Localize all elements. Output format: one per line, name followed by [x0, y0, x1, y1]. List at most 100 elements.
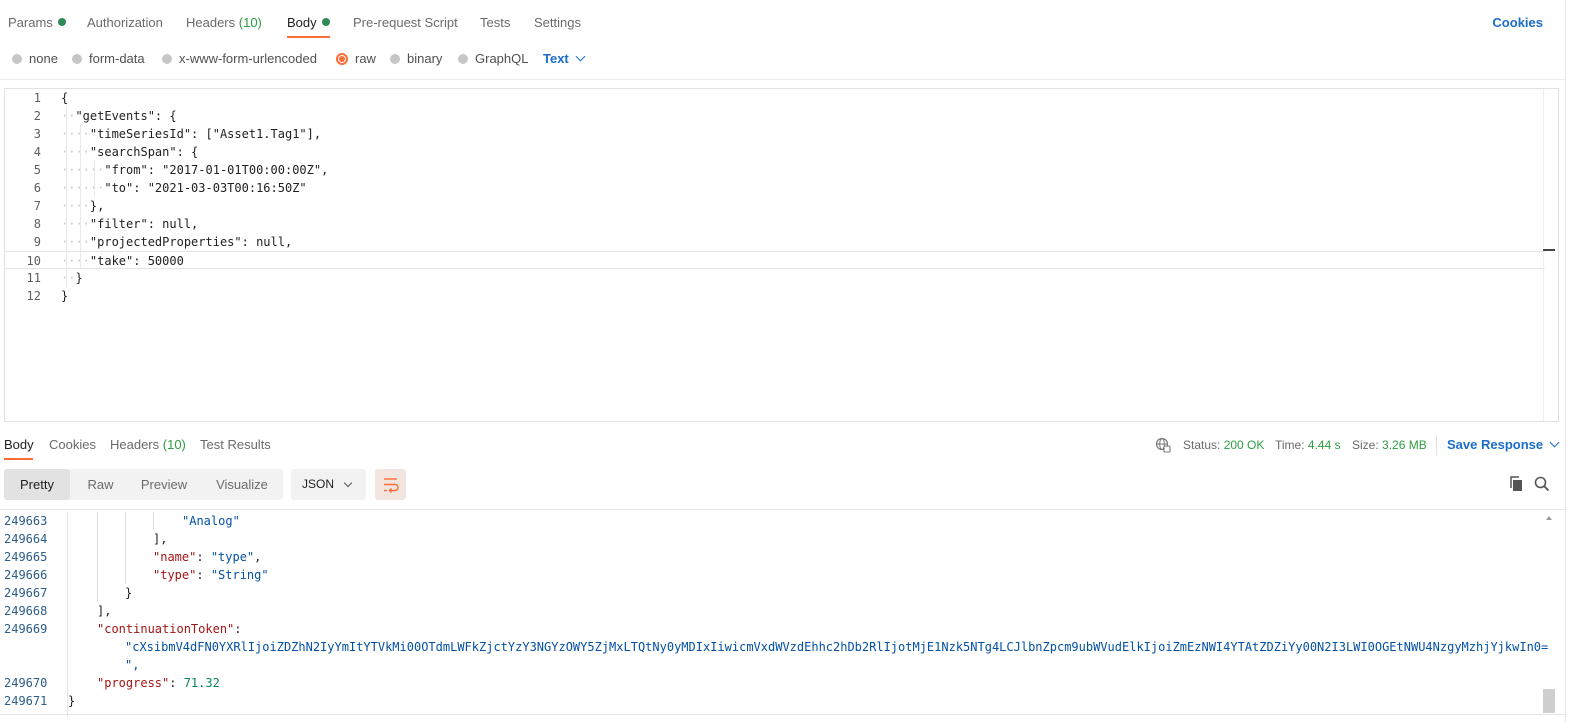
tab-headers[interactable]: Headers (10) — [186, 15, 262, 30]
time-value: 4.44 s — [1307, 438, 1341, 452]
line-number: 249670 — [4, 676, 48, 690]
tab-body[interactable]: Body — [287, 15, 330, 30]
tab-settings[interactable]: Settings — [534, 15, 581, 30]
size-value: 3.26 MB — [1382, 438, 1427, 452]
response-body-viewer[interactable]: 249663 "Analog" 249664], 249665 "name": "typ… — [0, 512, 1565, 717]
indent-guide — [66, 107, 67, 287]
save-response-button[interactable]: Save Response — [1447, 437, 1560, 452]
view-preview-button[interactable]: Preview — [131, 469, 197, 500]
active-response-tab-underline — [4, 458, 33, 460]
radio-graphql-label: GraphQL — [475, 51, 529, 66]
json-text: "continuationToken": — [97, 622, 242, 636]
json-text: ", — [125, 658, 140, 672]
radio-raw[interactable]: raw — [336, 51, 376, 66]
wrap-lines-button[interactable] — [375, 469, 406, 500]
line-number: 249669 — [4, 622, 48, 636]
code-text: ······"to": "2021-03-03T00:16:50Z" — [61, 181, 307, 195]
response-tab-test-results-label: Test Results — [200, 437, 271, 452]
response-scrollbar[interactable] — [1543, 512, 1555, 717]
panel-border — [1565, 0, 1566, 722]
code-text: { — [61, 91, 69, 105]
response-scrollbar-thumb[interactable] — [1543, 689, 1555, 713]
editor-scrollbar[interactable] — [1543, 89, 1558, 421]
response-line: 249667} — [0, 584, 1540, 602]
radio-form-data[interactable]: form-data — [72, 51, 145, 66]
editor-line[interactable]: 3 ····"timeSeriesId": ["Asset1.Tag1"], — [5, 125, 1545, 143]
radio-urlencoded[interactable]: x-www-form-urlencoded — [162, 51, 317, 66]
view-raw-button[interactable]: Raw — [70, 469, 131, 500]
network-globe-icon[interactable] — [1155, 437, 1171, 453]
editor-line[interactable]: 11 ··} — [5, 269, 1545, 287]
response-tab-body-label: Body — [4, 437, 34, 452]
json-text: "name": "type", — [153, 550, 262, 564]
copy-icon[interactable] — [1508, 475, 1526, 493]
json-text: "cXsibmV4dFN0YXRlIjoiZDZhN2IyYmItYTVkMi0… — [125, 640, 1549, 654]
tab-tests[interactable]: Tests — [480, 15, 510, 30]
radio-none[interactable]: none — [12, 51, 58, 66]
line-number: 1 — [33, 91, 41, 105]
request-tabs-bar: Params Authorization Headers (10) Body P… — [0, 0, 1565, 40]
line-number: 7 — [33, 199, 41, 213]
body-type-selector: none form-data x-www-form-urlencoded raw… — [0, 45, 1565, 73]
editor-line[interactable]: 5 ······"from": "2017-01-01T00:00:00Z", — [5, 161, 1545, 179]
response-tab-headers[interactable]: Headers (10) — [110, 437, 186, 452]
size-label: Size: — [1352, 438, 1379, 452]
code-text: ····}, — [61, 199, 105, 213]
editor-line[interactable]: 12} — [5, 287, 1545, 305]
response-line: ", — [0, 656, 1540, 674]
tab-params[interactable]: Params — [8, 15, 66, 30]
editor-line[interactable]: 2 ··"getEvents": { — [5, 107, 1545, 125]
response-format-dropdown[interactable]: JSON — [291, 469, 366, 500]
code-text: ··} — [61, 271, 83, 285]
radio-urlencoded-circle — [162, 53, 172, 64]
view-pretty-button[interactable]: Pretty — [4, 469, 70, 500]
editor-line[interactable]: 4 ····"searchSpan": { — [5, 143, 1545, 161]
radio-form-data-label: form-data — [89, 51, 145, 66]
indent-guide — [94, 161, 95, 197]
request-body-editor[interactable]: 1{2 ··"getEvents": {3 ····"timeSeriesId": … — [4, 88, 1559, 422]
view-visualize-button[interactable]: Visualize — [204, 469, 280, 500]
size-indicator[interactable]: Size: 3.26 MB — [1352, 438, 1427, 452]
tab-authorization[interactable]: Authorization — [87, 15, 163, 30]
tab-settings-label: Settings — [534, 15, 581, 30]
search-icon[interactable] — [1533, 475, 1551, 493]
json-text: ], — [153, 532, 168, 546]
code-text: ····"projectedProperties": null, — [61, 235, 293, 249]
code-text: ····"timeSeriesId": ["Asset1.Tag1"], — [61, 127, 322, 141]
code-text: } — [61, 289, 69, 303]
response-line: 249671} — [0, 692, 1540, 710]
editor-line[interactable]: 1{ — [5, 89, 1545, 107]
response-tab-body[interactable]: Body — [4, 437, 34, 452]
editor-cursor-marker — [1543, 249, 1555, 251]
line-number: 249665 — [4, 550, 48, 564]
time-label: Time: — [1275, 438, 1305, 452]
scroll-up-arrow-icon[interactable] — [1543, 513, 1555, 523]
response-tabs-bar: Body Cookies Headers (10) Test Results S… — [0, 430, 1565, 460]
json-text: "type": "String" — [153, 568, 269, 582]
radio-binary[interactable]: binary — [390, 51, 442, 66]
radio-none-circle — [12, 53, 22, 64]
response-tab-test-results[interactable]: Test Results — [200, 437, 271, 452]
editor-line[interactable]: 6 ······"to": "2021-03-03T00:16:50Z" — [5, 179, 1545, 197]
time-indicator[interactable]: Time: 4.44 s — [1275, 438, 1341, 452]
response-tab-cookies[interactable]: Cookies — [49, 437, 96, 452]
editor-line[interactable]: 7 ····}, — [5, 197, 1545, 215]
line-number: 249664 — [4, 532, 48, 546]
raw-language-dropdown[interactable]: Text — [543, 51, 586, 66]
line-number: 8 — [33, 217, 41, 231]
line-number: 249663 — [4, 514, 48, 528]
radio-binary-circle — [390, 53, 400, 64]
editor-line[interactable]: 10 ····"take": 50000 — [5, 251, 1545, 269]
editor-line[interactable]: 9 ····"projectedProperties": null, — [5, 233, 1545, 251]
line-number: 12 — [26, 289, 41, 303]
radio-graphql[interactable]: GraphQL — [458, 51, 528, 66]
separator — [1436, 435, 1437, 455]
tab-pre-request-script[interactable]: Pre-request Script — [353, 15, 458, 30]
chevron-down-icon — [1549, 437, 1560, 448]
status-indicator[interactable]: Status: 200 OK — [1183, 438, 1264, 452]
response-line: "cXsibmV4dFN0YXRlIjoiZDZhN2IyYmItYTVkMi0… — [0, 638, 1548, 656]
cookies-link[interactable]: Cookies — [1492, 15, 1543, 30]
radio-form-data-circle — [72, 53, 82, 64]
editor-line[interactable]: 8 ····"filter": null, — [5, 215, 1545, 233]
response-line: 249665 "name": "type", — [0, 548, 1540, 566]
